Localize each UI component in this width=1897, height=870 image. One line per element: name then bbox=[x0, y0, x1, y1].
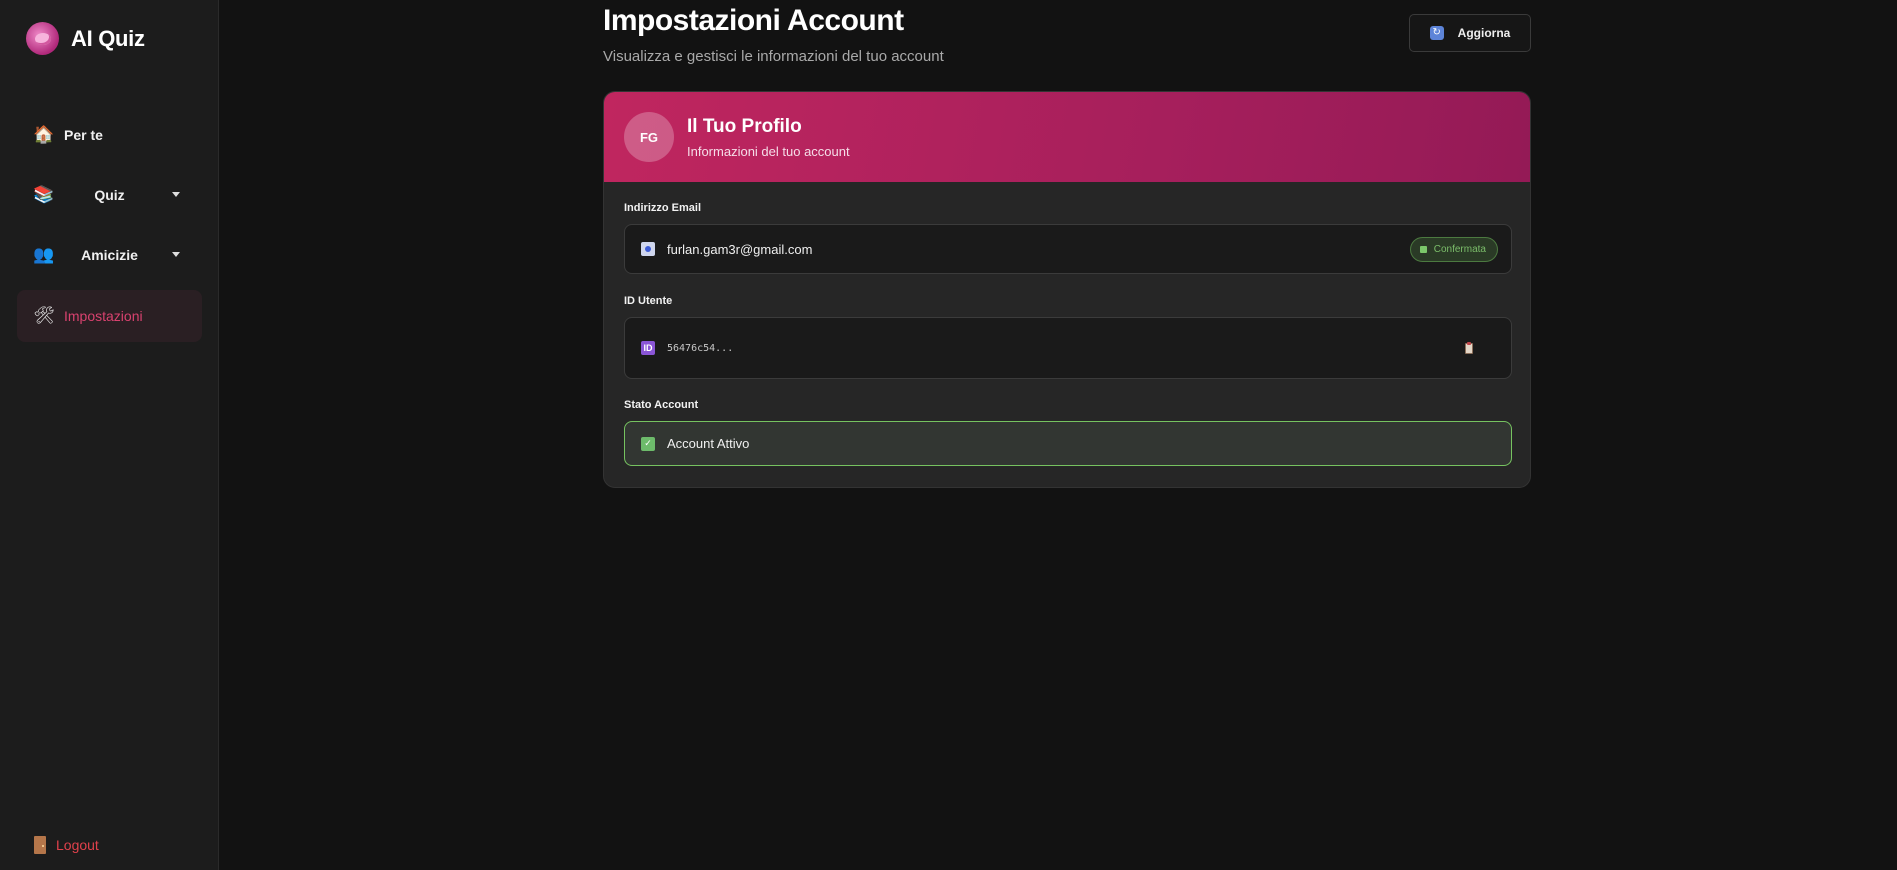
sidebar-item-label: Impostazioni bbox=[64, 308, 143, 324]
copy-button[interactable] bbox=[1465, 342, 1475, 355]
user-id-field: ID 56476c54... bbox=[624, 317, 1512, 379]
status-label: Stato Account bbox=[624, 399, 699, 411]
email-label: Indirizzo Email bbox=[624, 202, 702, 214]
sidebar-item-amicizie[interactable]: 👥 Amicizie bbox=[17, 229, 202, 281]
email-icon bbox=[641, 242, 655, 256]
profile-title: Il Tuo Profilo bbox=[687, 116, 802, 137]
profile-card: FG Il Tuo Profilo Informazioni del tuo a… bbox=[603, 91, 1531, 488]
brand[interactable]: AI Quiz bbox=[26, 22, 145, 55]
sidebar: AI Quiz 🏠 Per te 📚 Quiz 👥 Amicizie 🛠 Imp… bbox=[0, 0, 219, 870]
account-status-value: Account Attivo bbox=[667, 436, 750, 451]
page-title: Impostazioni Account bbox=[603, 4, 904, 37]
page-subtitle: Visualizza e gestisci le informazioni de… bbox=[603, 48, 944, 65]
sidebar-item-label: Per te bbox=[64, 127, 103, 143]
id-icon: ID bbox=[641, 341, 655, 355]
refresh-label: Aggiorna bbox=[1457, 26, 1511, 40]
check-icon: ✓ bbox=[641, 436, 655, 451]
email-field: furlan.gam3r@gmail.com Confermata bbox=[624, 224, 1512, 274]
user-id-value: 56476c54... bbox=[667, 342, 734, 354]
chevron-down-icon bbox=[172, 252, 180, 257]
logout-label: Logout bbox=[56, 837, 99, 853]
status-badge: Confermata bbox=[1409, 237, 1498, 262]
house-icon: 🏠 bbox=[33, 125, 55, 144]
profile-subtitle: Informazioni del tuo account bbox=[687, 144, 850, 159]
clipboard-icon bbox=[1465, 342, 1473, 354]
tools-icon: 🛠 bbox=[33, 306, 55, 325]
email-value: furlan.gam3r@gmail.com bbox=[667, 241, 813, 257]
user-id-label: ID Utente bbox=[624, 295, 673, 307]
sidebar-item-impostazioni[interactable]: 🛠 Impostazioni bbox=[17, 290, 202, 342]
door-icon bbox=[34, 836, 46, 854]
sidebar-item-per-te[interactable]: 🏠 Per te bbox=[17, 109, 202, 161]
chevron-down-icon bbox=[172, 192, 180, 197]
email-status: Confermata bbox=[1433, 244, 1486, 255]
logout-button[interactable]: Logout bbox=[34, 836, 99, 854]
profile-header: FG Il Tuo Profilo Informazioni del tuo a… bbox=[604, 92, 1530, 182]
account-status-field: ✓ Account Attivo bbox=[624, 421, 1512, 466]
refresh-button[interactable]: ↻ Aggiorna bbox=[1409, 14, 1531, 52]
check-icon bbox=[1419, 246, 1427, 253]
brain-icon bbox=[26, 22, 59, 55]
sidebar-item-quiz[interactable]: 📚 Quiz bbox=[17, 169, 202, 221]
app-title: AI Quiz bbox=[71, 25, 145, 51]
refresh-icon: ↻ bbox=[1429, 26, 1444, 40]
avatar: FG bbox=[624, 112, 674, 162]
